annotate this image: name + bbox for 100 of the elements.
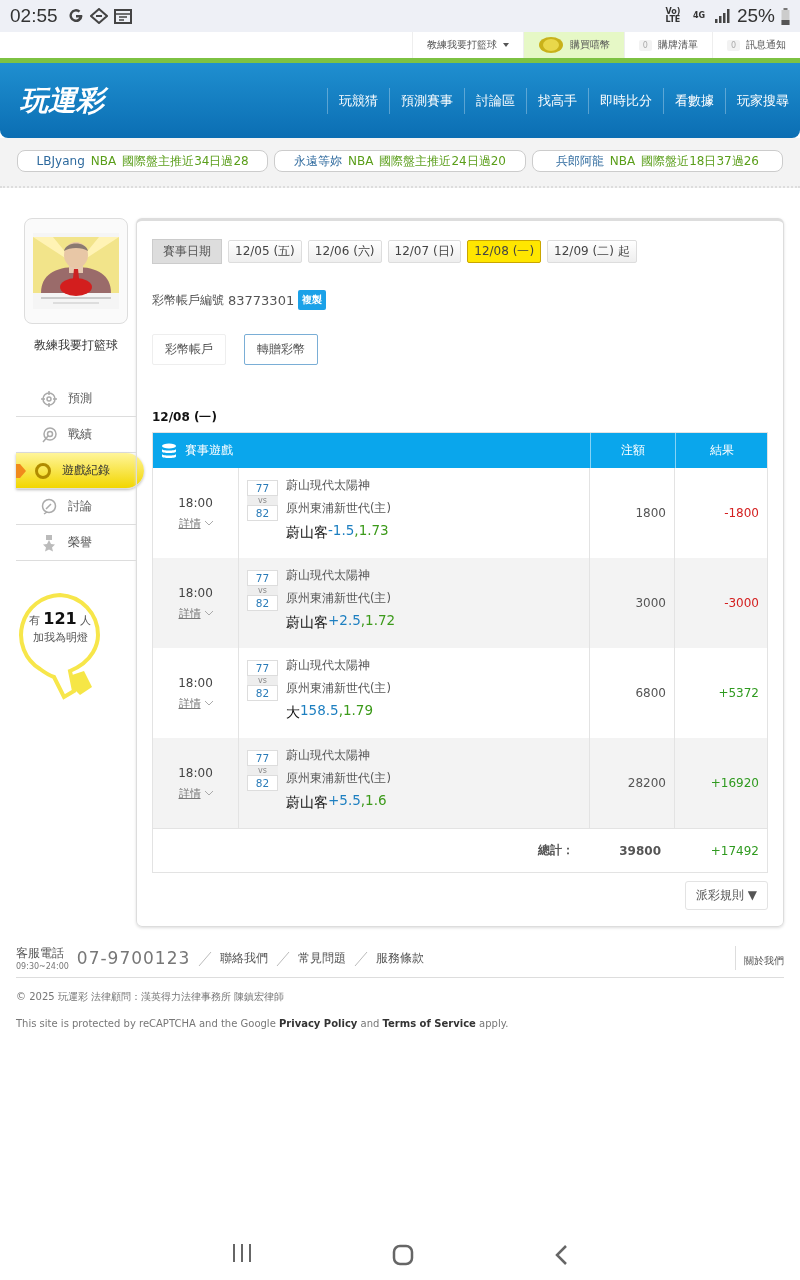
result-amount: -1800 [724, 506, 759, 520]
away-score: 77 [247, 570, 278, 586]
slash-divider [276, 949, 291, 967]
details-link[interactable]: 詳情 [178, 695, 213, 711]
tipster-name: 永遠等妳 [294, 152, 342, 170]
away-score: 77 [247, 750, 278, 766]
chat-icon [40, 497, 58, 516]
site-logo[interactable]: 玩運彩 [18, 81, 112, 120]
bet-line: +2.5 [328, 612, 361, 628]
target-icon [40, 389, 58, 408]
sidebar-item[interactable]: 討論 [16, 489, 136, 525]
date-tab[interactable]: 12/05 (五) [228, 240, 302, 263]
nav-link[interactable]: 討論區 [464, 87, 526, 114]
footer-link[interactable]: 聯絡我們 [220, 949, 269, 967]
date-tab[interactable]: 12/08 (一) [467, 240, 542, 263]
nav-link[interactable]: 看數據 [663, 87, 725, 114]
game-time: 18:00 [178, 495, 213, 510]
bet-odds: ,1.6 [360, 792, 387, 808]
window-icon [113, 8, 132, 24]
stake-amount: 6800 [635, 686, 666, 700]
league-label: NBA [609, 154, 636, 168]
payout-rules-button[interactable]: 派彩規則 ▼ [684, 881, 768, 910]
service-hours: 09:30~24:00 [16, 962, 69, 971]
day-title: 12/08 (一) [152, 409, 218, 426]
buy-coins-link[interactable]: 購買嘻幣 [522, 32, 624, 58]
sidebar-item[interactable]: 榮譽 [16, 525, 136, 561]
nav-link[interactable]: 預測賽事 [389, 87, 464, 114]
home-score: 82 [247, 775, 278, 791]
account-number: 83773301 [228, 292, 295, 308]
vs-label: vs [247, 766, 278, 775]
column-header: 結果 [709, 442, 734, 459]
cart-count: 0 [638, 39, 652, 51]
recent-apps-icon[interactable] [232, 1244, 252, 1262]
sidebar-item[interactable]: 預測 [16, 381, 136, 417]
away-team: 蔚山現代太陽神 [286, 748, 371, 763]
home-icon[interactable] [392, 1244, 414, 1266]
league-label: NBA [90, 154, 117, 168]
bet-pick: 蔚山客 [286, 794, 328, 812]
bet-line: 158.5 [300, 702, 339, 718]
bet-pick: 蔚山客 [286, 614, 328, 632]
recaptcha-notice: This site is protected by reCAPTCHA and the Google Privacy Policy and Terms of Service apply. [16, 1018, 510, 1029]
total-result: +17492 [710, 843, 759, 858]
away-team: 蔚山現代太陽神 [286, 478, 371, 493]
caret-icon [502, 43, 509, 47]
user-name: 教練我要打籃球 [33, 338, 119, 353]
game-time: 18:00 [178, 765, 213, 780]
slash-divider [354, 949, 369, 967]
phone-label: 客服電話 [16, 945, 65, 962]
home-score: 82 [247, 505, 278, 521]
sidebar-item[interactable]: 遊戲紀錄 [16, 453, 144, 489]
nav-link[interactable]: 玩家搜尋 [725, 87, 800, 114]
account-label: 彩幣帳戶編號 [152, 291, 224, 309]
ticker-item[interactable]: 永遠等妳 NBA 國際盤主推近24日過20 [274, 150, 526, 172]
phone-number: 07-9700123 [76, 948, 191, 968]
medal-icon [40, 533, 58, 552]
volte-label: Vo) LTE [664, 8, 682, 24]
record-text: 國際盤近18日37過26 [641, 152, 759, 170]
footer-link[interactable]: 常見問題 [298, 949, 347, 967]
account-tab[interactable]: 彩幣帳戶 [152, 334, 226, 365]
record-text: 國際盤主推近34日過28 [122, 152, 249, 170]
footer-link[interactable]: 服務條款 [376, 949, 425, 967]
details-link[interactable]: 詳情 [178, 515, 213, 531]
date-tab[interactable]: 12/06 (六) [307, 240, 382, 263]
date-tab[interactable]: 12/09 (二) 起 [547, 240, 637, 263]
away-team: 蔚山現代太陽神 [286, 568, 371, 583]
date-tab[interactable]: 12/07 (日) [387, 240, 462, 263]
result-amount: +5372 [718, 686, 759, 700]
home-team: 原州東浦新世代(主) [286, 681, 391, 696]
details-link[interactable]: 詳情 [178, 785, 213, 801]
record-text: 國際盤主推近24日過20 [379, 152, 506, 170]
nav-link[interactable]: 找高手 [526, 87, 588, 114]
column-header: 注額 [621, 442, 645, 459]
coin-icon [537, 36, 564, 54]
chevron-icon [204, 520, 213, 526]
nav-link[interactable]: 即時比分 [588, 87, 663, 114]
spiral-icon [40, 425, 58, 444]
fan-count: 有 121 人 [27, 609, 93, 628]
bet-pick: 大 [286, 704, 300, 722]
home-team: 原州東浦新世代(主) [286, 771, 391, 786]
away-score: 77 [247, 660, 278, 676]
league-label: NBA [348, 154, 374, 168]
away-team: 蔚山現代太陽神 [286, 658, 371, 673]
tipster-name: LBJyang [36, 154, 85, 168]
bet-odds: ,1.79 [338, 702, 373, 718]
bet-line: -1.5 [328, 522, 355, 538]
details-link[interactable]: 詳情 [178, 605, 213, 621]
about-link[interactable]: 關於我們 [735, 946, 784, 970]
ticker-item[interactable]: 兵郎阿龍 NBA 國際盤近18日37過26 [531, 150, 783, 172]
nav-link[interactable]: 玩競猜 [327, 87, 389, 114]
ticker-item[interactable]: LBJyang NBA 國際盤主推近34日過28 [17, 150, 269, 172]
account-tab[interactable]: 轉贈彩幣 [244, 334, 318, 365]
home-team: 原州東浦新世代(主) [286, 591, 392, 606]
database-icon [161, 442, 177, 459]
bet-odds: ,1.72 [360, 612, 396, 628]
vs-label: vs [247, 496, 278, 505]
result-amount: +16920 [710, 776, 759, 790]
clock: 02:55 [10, 5, 58, 27]
back-icon[interactable] [554, 1244, 568, 1266]
bet-line: +5.5 [328, 792, 361, 808]
message-count: 0 [726, 39, 740, 51]
